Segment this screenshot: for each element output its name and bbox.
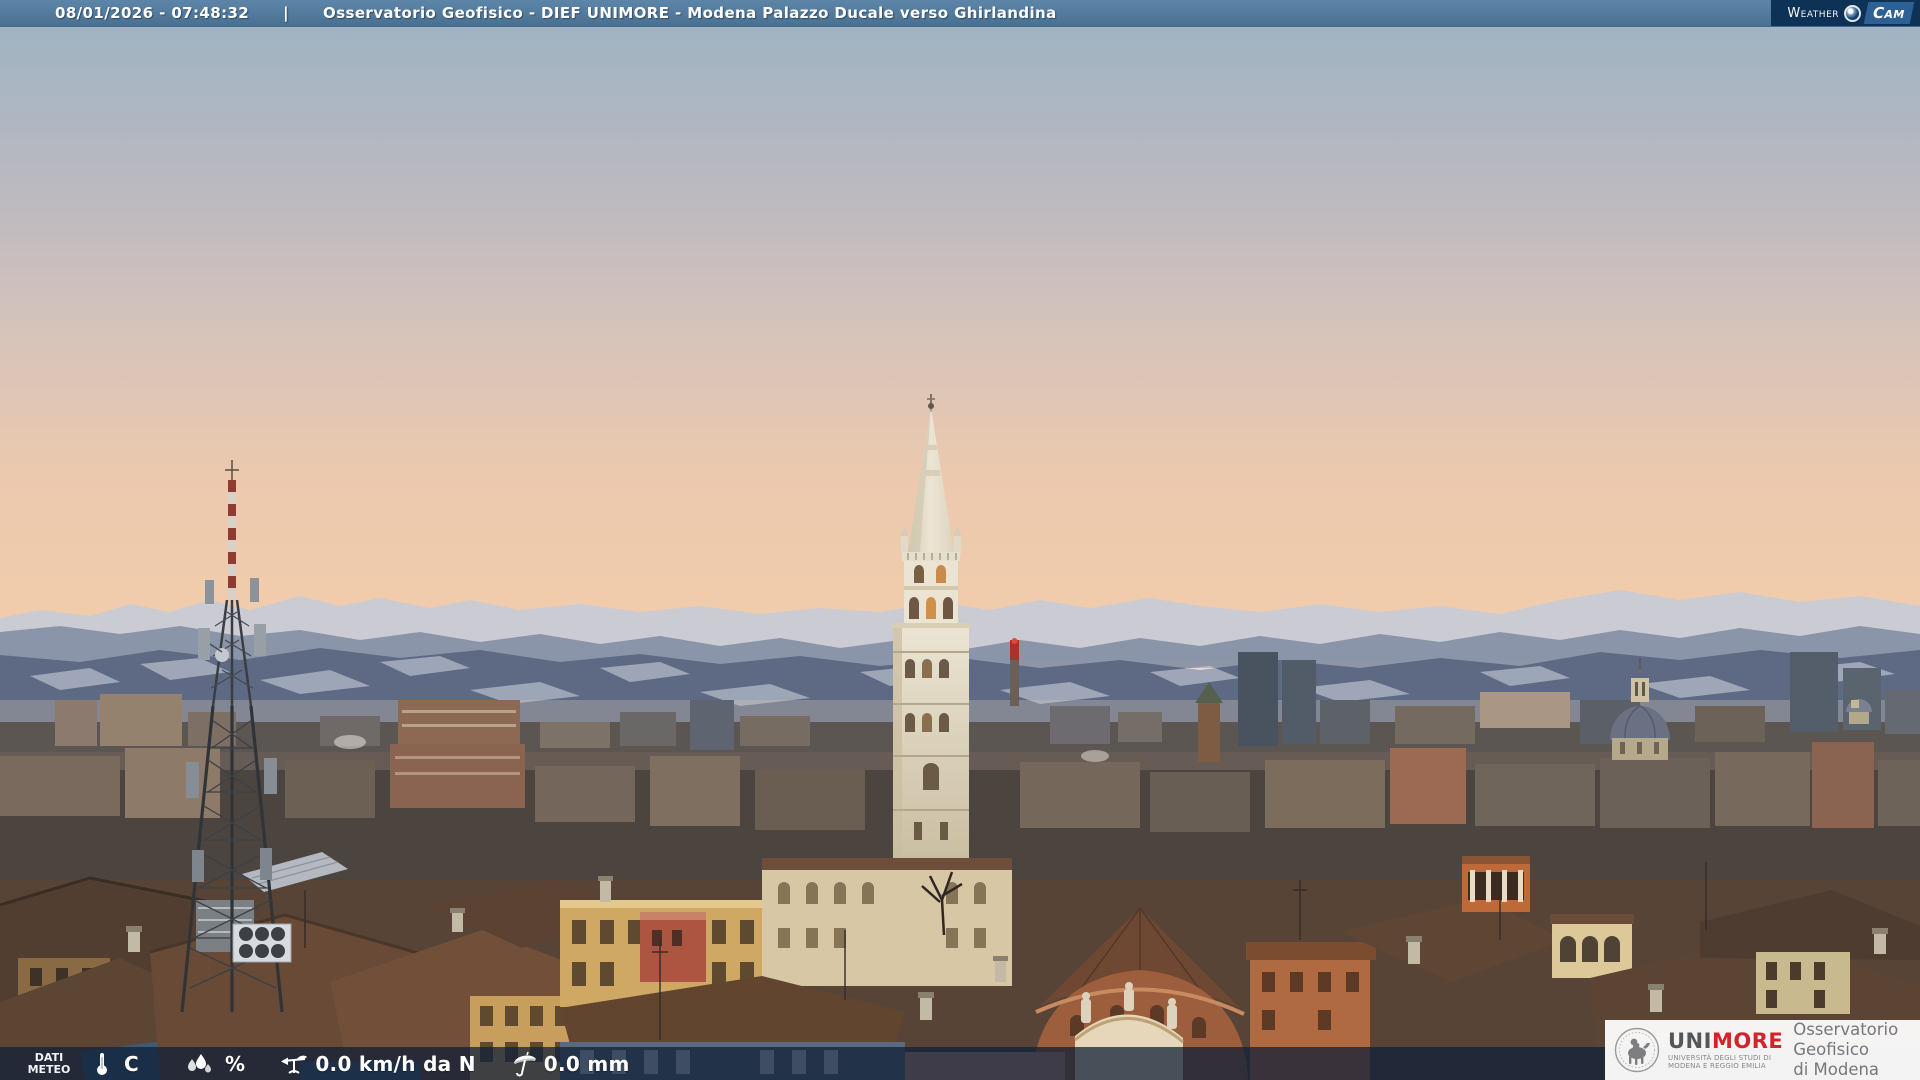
datetime: 08/01/2026 - 07:48:32 xyxy=(55,4,249,22)
hvac-unit xyxy=(233,924,291,962)
roof-loggia xyxy=(1462,856,1530,912)
header-bar: 08/01/2026 - 07:48:32 | Osservatorio Geo… xyxy=(0,0,1920,27)
webcam-frame: 08/01/2026 - 07:48:32 | Osservatorio Geo… xyxy=(0,0,1920,1080)
humidity-unit: % xyxy=(225,1052,245,1076)
weathercam-logo: Weather Cam xyxy=(1771,0,1920,26)
thermometer-icon xyxy=(92,1051,112,1077)
weathercam-word2: Cam xyxy=(1864,2,1915,24)
rain-readout: 0.0 mm xyxy=(512,1051,630,1077)
wind-value: 0.0 km/h da N xyxy=(315,1052,475,1076)
weathercam-lens-icon xyxy=(1844,5,1861,22)
unimore-uni: UNI xyxy=(1668,1029,1712,1053)
humidity-readout: % xyxy=(183,1051,245,1077)
sky xyxy=(0,0,1920,680)
weathercam-word1: Weather xyxy=(1787,6,1839,21)
wind-readout: 0.0 km/h da N xyxy=(279,1051,475,1077)
header-separator: | xyxy=(283,4,289,22)
meteo-label: DATI METEO xyxy=(20,1052,78,1076)
beacon-chimney xyxy=(1010,638,1019,706)
observatory-name: Osservatorio Geofisico di Modena xyxy=(1793,1020,1920,1080)
city-panorama xyxy=(0,0,1920,1080)
wind-vane-icon xyxy=(279,1051,309,1077)
rain-value: 0.0 mm xyxy=(544,1052,630,1076)
unimore-logo: UNIMORE UNIVERSITÀ DEGLI STUDI DI MODENA… xyxy=(1605,1020,1920,1080)
temperature-readout: C xyxy=(92,1051,139,1077)
camera-title: Osservatorio Geofisico - DIEF UNIMORE - … xyxy=(323,4,1057,22)
small-dome xyxy=(1846,699,1872,724)
drops-icon xyxy=(183,1051,213,1077)
umbrella-icon xyxy=(512,1051,538,1077)
unimore-subtitle: UNIVERSITÀ DEGLI STUDI DI MODENA E REGGI… xyxy=(1668,1054,1783,1070)
temperature-unit: C xyxy=(124,1052,139,1076)
unimore-brand: UNIMORE UNIVERSITÀ DEGLI STUDI DI MODENA… xyxy=(1668,1031,1783,1070)
unimore-more: MORE xyxy=(1712,1029,1783,1053)
unimore-seal-icon xyxy=(1614,1027,1660,1073)
